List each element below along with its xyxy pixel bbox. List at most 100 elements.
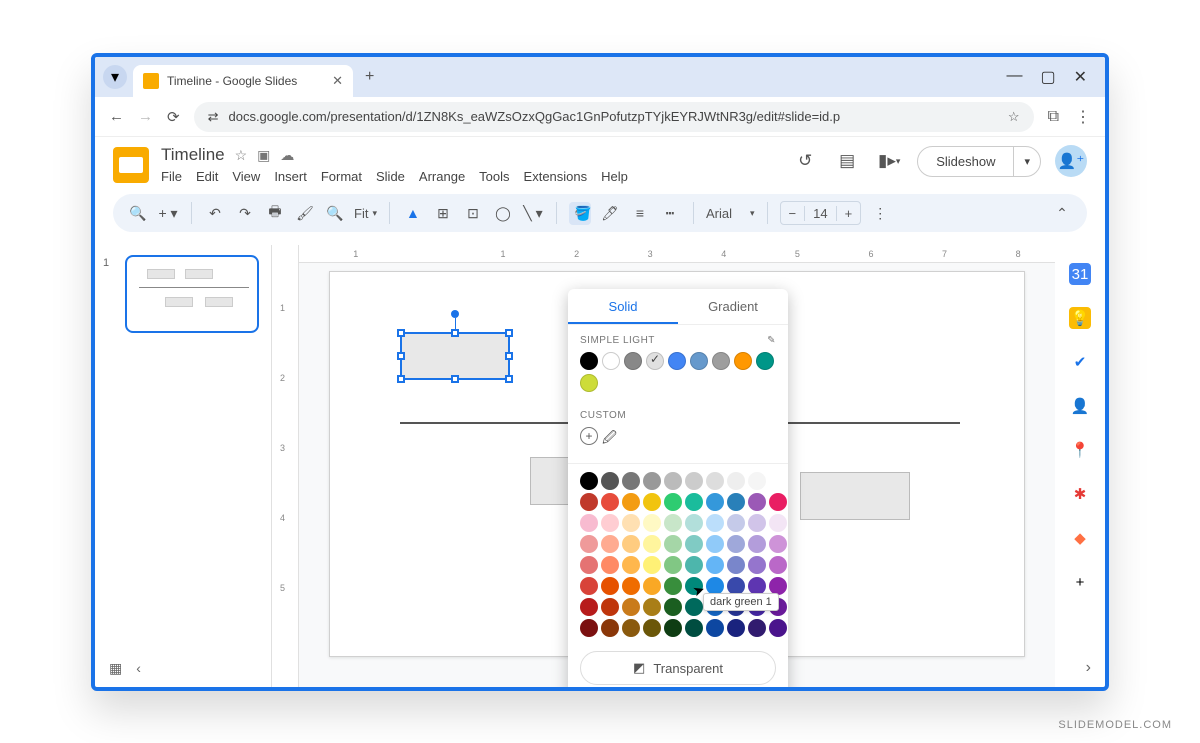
- color-swatch[interactable]: [748, 472, 766, 490]
- reload-icon[interactable]: ⟳: [167, 108, 180, 126]
- color-swatch[interactable]: [601, 598, 619, 616]
- paint-format-icon[interactable]: 🖌: [294, 205, 316, 222]
- keep-icon[interactable]: 💡: [1069, 307, 1091, 329]
- tasks-icon[interactable]: ✔: [1069, 351, 1091, 373]
- browser-menu-icon[interactable]: ⋮: [1075, 107, 1091, 127]
- add-custom-color-icon[interactable]: +: [580, 427, 598, 445]
- theme-color-swatch[interactable]: [668, 352, 686, 370]
- color-swatch[interactable]: [643, 535, 661, 553]
- move-icon[interactable]: ▣: [257, 147, 270, 164]
- collapse-toolbar-icon[interactable]: ⌃: [1051, 205, 1073, 222]
- zoom-icon[interactable]: 🔍: [324, 205, 346, 222]
- get-addons-icon[interactable]: +: [1069, 571, 1091, 593]
- color-swatch[interactable]: [706, 535, 724, 553]
- color-swatch[interactable]: [769, 514, 787, 532]
- color-swatch[interactable]: [580, 472, 598, 490]
- image-icon[interactable]: ⊡: [462, 205, 484, 222]
- menu-format[interactable]: Format: [321, 169, 362, 184]
- slideshow-label[interactable]: Slideshow: [918, 147, 1014, 176]
- shape-icon[interactable]: ◯: [492, 205, 514, 222]
- meet-icon[interactable]: ▮▸▾: [875, 147, 903, 175]
- color-swatch[interactable]: [727, 493, 745, 511]
- edit-theme-colors-icon[interactable]: ✎: [767, 335, 776, 346]
- selected-shape[interactable]: [400, 332, 510, 380]
- cloud-status-icon[interactable]: ☁: [280, 147, 294, 164]
- minimize-icon[interactable]: —: [1006, 67, 1022, 87]
- redo-icon[interactable]: ↷: [234, 205, 256, 222]
- color-swatch[interactable]: [643, 598, 661, 616]
- color-swatch[interactable]: [580, 619, 598, 637]
- url-input[interactable]: ⇄ docs.google.com/presentation/d/1ZN8Ks_…: [194, 102, 1034, 132]
- color-swatch[interactable]: [706, 556, 724, 574]
- select-tool-icon[interactable]: ▲: [402, 205, 424, 221]
- color-swatch[interactable]: [769, 472, 787, 490]
- color-swatch[interactable]: [664, 472, 682, 490]
- browser-tab[interactable]: Timeline - Google Slides ✕: [133, 65, 353, 97]
- undo-icon[interactable]: ↶: [204, 205, 226, 222]
- color-swatch[interactable]: [727, 619, 745, 637]
- star-icon[interactable]: ☆: [235, 147, 248, 164]
- tab-gradient[interactable]: Gradient: [678, 289, 788, 324]
- color-swatch[interactable]: [664, 619, 682, 637]
- extensions-icon[interactable]: ⧉: [1048, 108, 1059, 126]
- color-swatch[interactable]: [622, 598, 640, 616]
- color-swatch[interactable]: [685, 598, 703, 616]
- theme-color-swatch[interactable]: [602, 352, 620, 370]
- menu-insert[interactable]: Insert: [274, 169, 307, 184]
- fill-color-icon[interactable]: 🪣: [569, 202, 591, 225]
- color-swatch[interactable]: [706, 493, 724, 511]
- menu-edit[interactable]: Edit: [196, 169, 218, 184]
- color-swatch[interactable]: [706, 514, 724, 532]
- color-swatch[interactable]: [727, 514, 745, 532]
- color-swatch[interactable]: [601, 535, 619, 553]
- color-swatch[interactable]: [685, 535, 703, 553]
- tab-solid[interactable]: Solid: [568, 289, 678, 324]
- color-swatch[interactable]: [664, 598, 682, 616]
- zoom-select[interactable]: Fit ▾: [354, 206, 377, 221]
- theme-color-swatch[interactable]: [734, 352, 752, 370]
- menu-tools[interactable]: Tools: [479, 169, 509, 184]
- color-swatch[interactable]: [769, 493, 787, 511]
- color-swatch[interactable]: [748, 493, 766, 511]
- color-swatch[interactable]: [601, 556, 619, 574]
- color-swatch[interactable]: [685, 472, 703, 490]
- border-dash-icon[interactable]: ┅: [659, 205, 681, 222]
- calendar-icon[interactable]: 31: [1069, 263, 1091, 285]
- theme-color-swatch[interactable]: [712, 352, 730, 370]
- share-button[interactable]: 👤⁺: [1055, 145, 1087, 177]
- prev-slide-icon[interactable]: ‹: [136, 660, 141, 677]
- close-tab-icon[interactable]: ✕: [332, 73, 343, 89]
- addon2-icon[interactable]: ◆: [1069, 527, 1091, 549]
- color-swatch[interactable]: [748, 514, 766, 532]
- side-panel-toggle-icon[interactable]: ›: [1086, 659, 1091, 677]
- color-swatch[interactable]: [601, 577, 619, 595]
- comments-icon[interactable]: ▤: [833, 147, 861, 175]
- new-tab-button[interactable]: +: [365, 68, 374, 86]
- border-color-icon[interactable]: 🖊: [599, 205, 621, 222]
- rotate-handle[interactable]: [451, 310, 459, 318]
- font-size-decrease[interactable]: −: [781, 206, 805, 221]
- color-swatch[interactable]: [748, 556, 766, 574]
- site-info-icon[interactable]: ⇄: [208, 109, 219, 125]
- document-title[interactable]: Timeline: [161, 145, 225, 165]
- transparent-button[interactable]: ◩ Transparent: [580, 651, 776, 685]
- contacts-icon[interactable]: 👤: [1069, 395, 1091, 417]
- color-swatch[interactable]: [685, 556, 703, 574]
- color-swatch[interactable]: [664, 493, 682, 511]
- theme-color-swatch[interactable]: [624, 352, 642, 370]
- color-swatch[interactable]: [643, 577, 661, 595]
- font-size-stepper[interactable]: − 14 +: [780, 201, 862, 225]
- color-swatch[interactable]: [622, 514, 640, 532]
- new-slide-icon[interactable]: + ▾: [157, 205, 179, 222]
- color-swatch[interactable]: [664, 556, 682, 574]
- menu-slide[interactable]: Slide: [376, 169, 405, 184]
- textbox-icon[interactable]: ⊞: [432, 205, 454, 222]
- color-swatch[interactable]: [580, 598, 598, 616]
- color-swatch[interactable]: [727, 535, 745, 553]
- theme-color-swatch[interactable]: [646, 352, 664, 370]
- color-swatch[interactable]: [664, 535, 682, 553]
- color-swatch[interactable]: [664, 514, 682, 532]
- font-size-increase[interactable]: +: [837, 206, 861, 221]
- color-swatch[interactable]: [580, 535, 598, 553]
- theme-color-swatch[interactable]: [756, 352, 774, 370]
